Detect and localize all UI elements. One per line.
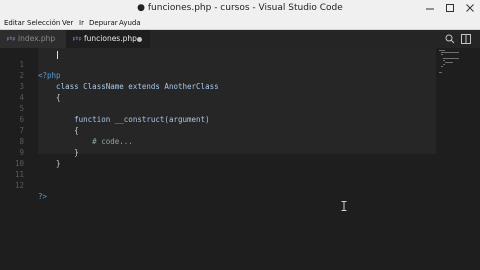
minimap-line xyxy=(445,62,453,63)
code-line: 5 function __construct(argument) xyxy=(0,92,480,124)
code-line: 12 ?> xyxy=(0,169,480,201)
minimap-line xyxy=(443,64,445,65)
minimize-icon xyxy=(426,8,434,10)
code-line: 6 { xyxy=(0,103,480,135)
minimap-line xyxy=(441,66,443,67)
unsaved-dot-icon[interactable] xyxy=(137,37,142,42)
minimap-line xyxy=(443,60,445,61)
window-title: ● funciones.php - cursos - Visual Studio… xyxy=(137,3,343,13)
code-text: ?> xyxy=(38,192,48,201)
code-line: 10 xyxy=(0,147,480,168)
tab-bar: php index.php php funciones.php xyxy=(0,30,480,48)
menu-ver[interactable]: Ver xyxy=(62,18,73,28)
menu-bar: Editar Selección Ver Ir Depurar Ayuda xyxy=(0,17,480,30)
php-file-icon: php xyxy=(6,36,16,42)
open-preview-button[interactable] xyxy=(461,34,471,44)
open-preview-icon xyxy=(461,34,471,44)
minimize-button[interactable] xyxy=(420,0,440,17)
tab-funciones-php[interactable]: php funciones.php xyxy=(66,30,150,48)
minimap-line xyxy=(439,50,445,51)
menu-ayuda[interactable]: Ayuda xyxy=(119,18,141,28)
code-line: 8 } xyxy=(0,125,480,157)
code-line: 9 } xyxy=(0,136,480,168)
line-number: 12 xyxy=(14,181,24,190)
split-editor-icon xyxy=(445,34,455,44)
tab-label: funciones.php xyxy=(84,34,137,43)
minimap-line xyxy=(443,58,459,59)
title-bar: ● funciones.php - cursos - Visual Studio… xyxy=(0,0,480,17)
maximize-icon xyxy=(446,4,454,12)
code-line: 7 # code... xyxy=(0,114,480,146)
code-line: 1 <?php xyxy=(0,48,480,80)
close-icon xyxy=(466,4,474,12)
minimap-line xyxy=(441,52,459,53)
minimap-line xyxy=(441,54,443,55)
menu-editar[interactable]: Editar xyxy=(4,18,25,28)
code-editor[interactable]: 1 <?php 2 class ClassName extends Anothe… xyxy=(0,48,480,270)
tab-label: index.php xyxy=(18,34,56,43)
code-line: 3 { xyxy=(0,70,480,102)
text-cursor xyxy=(57,51,58,59)
menu-ir[interactable]: Ir xyxy=(79,18,84,28)
maximize-button[interactable] xyxy=(440,0,460,17)
mouse-ibeam-icon xyxy=(341,201,347,211)
code-line: 11 xyxy=(0,158,480,179)
code-line: 4 xyxy=(0,81,480,102)
minimap-line xyxy=(439,72,442,73)
menu-seleccion[interactable]: Selección xyxy=(27,18,60,28)
close-button[interactable] xyxy=(460,0,480,17)
menu-depurar[interactable]: Depurar xyxy=(89,18,118,28)
php-file-icon: php xyxy=(72,36,82,42)
tab-index-php[interactable]: php index.php xyxy=(0,30,66,48)
code-line: 2 class ClassName extends AnotherClass xyxy=(0,59,480,91)
minimap[interactable] xyxy=(437,48,477,78)
split-editor-button[interactable] xyxy=(445,34,455,44)
